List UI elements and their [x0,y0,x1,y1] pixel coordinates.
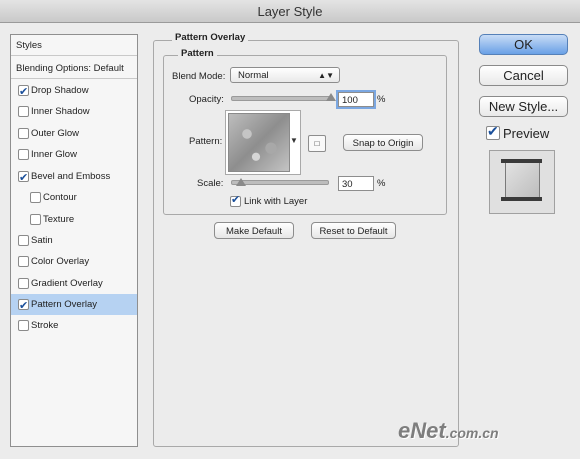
contour-label: Contour [43,192,77,203]
preview-cube-bottom [501,197,542,201]
gradient-overlay-label: Gradient Overlay [31,278,103,289]
opacity-slider-thumb[interactable] [326,93,336,101]
preview-cube-top [501,159,542,163]
style-item-stroke[interactable]: Stroke [11,315,137,336]
opacity-unit: % [377,94,386,105]
link-with-layer-label: Link with Layer [244,196,308,207]
contour-checkbox[interactable] [30,192,41,203]
inner-shadow-label: Inner Shadow [31,106,90,117]
ok-button[interactable]: OK [479,34,568,55]
scale-slider-thumb[interactable] [235,178,246,186]
blend-mode-select[interactable]: Normal ▲▼ [230,67,340,83]
outer-glow-label: Outer Glow [31,128,80,139]
scale-slider[interactable] [231,180,329,185]
pattern-swatch[interactable] [228,113,290,172]
scale-unit: % [377,178,386,189]
preview-label: Preview [503,126,550,141]
satin-label: Satin [31,235,53,246]
stroke-checkbox[interactable] [18,320,29,331]
texture-checkbox[interactable] [30,214,41,225]
styles-list-header[interactable]: Styles [11,35,137,56]
inner-glow-checkbox[interactable] [18,149,29,160]
stroke-label: Stroke [31,320,59,331]
color-overlay-label: Color Overlay [31,256,90,267]
style-item-pattern-overlay[interactable]: Pattern Overlay [11,294,137,317]
scale-label: Scale: [197,178,224,189]
new-style-button[interactable]: New Style... [479,96,568,117]
blend-mode-label: Blend Mode: [172,71,226,82]
cancel-button[interactable]: Cancel [479,65,568,86]
blending-options-item[interactable]: Blending Options: Default [11,58,137,79]
opacity-slider[interactable] [231,96,333,101]
watermark-logo: eNet.com.cn [398,418,499,444]
inner-shadow-checkbox[interactable] [18,106,29,117]
watermark-domain: .com.cn [445,425,499,441]
style-preview-thumbnail [489,150,555,214]
inner-glow-label: Inner Glow [31,149,77,160]
blending-options-label: Blending Options: Default [16,63,124,74]
pattern-label: Pattern: [189,136,223,147]
preview-cube [505,160,540,200]
style-item-inner-glow[interactable]: Inner Glow [11,144,137,165]
pattern-overlay-title: Pattern Overlay [172,32,249,43]
outer-glow-checkbox[interactable] [18,128,29,139]
scale-input[interactable]: 30 [338,176,374,191]
new-preset-icon[interactable]: □ [308,135,326,152]
texture-label: Texture [43,214,75,225]
reset-to-default-button[interactable]: Reset to Default [311,222,396,239]
style-item-color-overlay[interactable]: Color Overlay [11,251,137,272]
pattern-overlay-label: Pattern Overlay [31,299,97,310]
window-title: Layer Style [257,4,323,19]
style-item-drop-shadow[interactable]: Drop Shadow [11,80,137,103]
style-item-contour[interactable]: Contour [11,187,137,208]
snap-to-origin-button[interactable]: Snap to Origin [343,134,423,151]
styles-header-label: Styles [16,40,42,51]
pattern-section-title: Pattern [178,48,217,59]
link-with-layer-checkbox[interactable] [230,193,241,207]
title-bar: Layer Style [0,0,580,23]
bevel-emboss-checkbox[interactable] [18,168,29,189]
gradient-overlay-checkbox[interactable] [18,278,29,289]
select-arrows-icon: ▲▼ [318,71,334,80]
watermark-brand: eNet [398,418,446,443]
opacity-input[interactable]: 100 [338,92,374,107]
satin-checkbox[interactable] [18,235,29,246]
style-item-outer-glow[interactable]: Outer Glow [11,123,137,144]
styles-list: Styles Blending Options: Default Drop Sh… [10,34,138,447]
opacity-label: Opacity: [189,94,224,105]
drop-shadow-checkbox[interactable] [18,82,29,103]
style-item-texture[interactable]: Texture [11,209,137,230]
bevel-emboss-label: Bevel and Emboss [31,171,111,182]
style-item-gradient-overlay[interactable]: Gradient Overlay [11,273,137,294]
pattern-dropdown-icon[interactable]: ▼ [290,136,298,145]
drop-shadow-label: Drop Shadow [31,85,89,96]
style-item-inner-shadow[interactable]: Inner Shadow [11,101,137,122]
make-default-button[interactable]: Make Default [214,222,294,239]
style-item-bevel-and-emboss[interactable]: Bevel and Emboss [11,166,137,189]
pattern-overlay-checkbox[interactable] [18,296,29,317]
blend-mode-value: Normal [238,70,269,81]
preview-checkbox[interactable] [486,123,500,140]
color-overlay-checkbox[interactable] [18,256,29,267]
style-item-satin[interactable]: Satin [11,230,137,251]
